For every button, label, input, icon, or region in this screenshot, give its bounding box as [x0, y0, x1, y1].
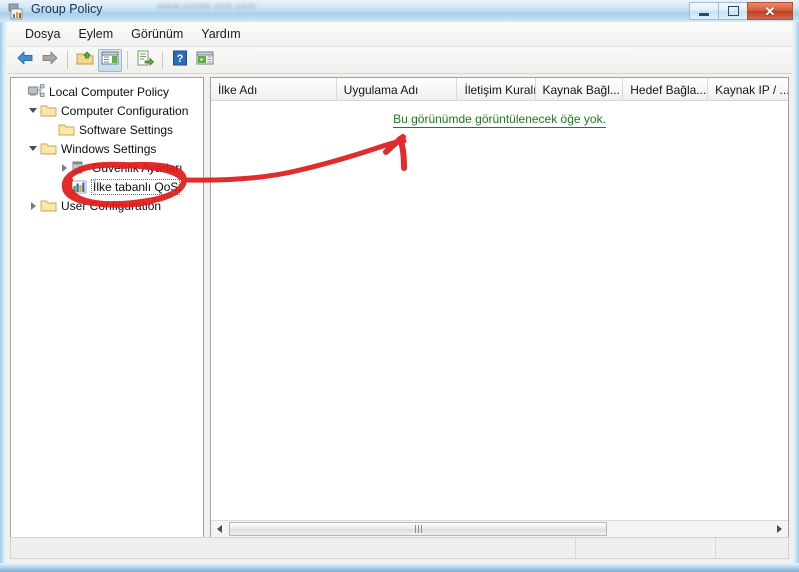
toolbar: ? [7, 47, 792, 74]
tree-node-label: Güvenlik Ayarları [92, 160, 183, 175]
scroll-right-button[interactable] [771, 521, 788, 537]
close-icon: ✕ [764, 3, 776, 19]
empty-view-message-text: Bu görünümde görüntülenecek öğe yok. [393, 112, 606, 128]
list-header-row: İlke Adı Uygulama Adı İletişim Kuralı Ka… [211, 78, 788, 101]
folder-icon [40, 141, 57, 157]
folder-icon [40, 103, 57, 119]
twisty-placeholder [15, 85, 28, 98]
arrow-right-icon [777, 525, 782, 533]
toolbar-separator-1 [67, 51, 68, 69]
tree-node-label: Computer Configuration [61, 103, 189, 118]
export-list-button[interactable] [133, 49, 157, 72]
tree-node-computer-configuration[interactable]: Computer Configuration [11, 101, 203, 120]
scrollbar-thumb[interactable] [229, 522, 607, 536]
scrollbar-grip-icon [414, 525, 422, 533]
help-button[interactable]: ? [168, 49, 192, 72]
menu-dosya[interactable]: Dosya [16, 25, 69, 43]
title-bar-watermark: www.ornek-site.com [158, 1, 257, 11]
console-tree: Local Computer Policy Computer Configura… [11, 78, 203, 215]
menu-yardim[interactable]: Yardım [192, 25, 249, 43]
menu-gorunum[interactable]: Görünüm [122, 25, 192, 43]
title-bar[interactable]: www.ornek-site.com Group Policy ✕ [0, 0, 799, 22]
tree-node-label: Software Settings [79, 122, 174, 137]
up-one-level-icon [76, 50, 94, 71]
tree-node-local-computer-policy[interactable]: Local Computer Policy [11, 82, 203, 101]
maximize-icon [727, 6, 739, 16]
window-title: Group Policy [31, 2, 103, 16]
show-hide-action-pane-icon [196, 50, 214, 71]
scrollbar-track[interactable] [228, 521, 771, 537]
forward-icon [41, 50, 59, 71]
status-bar-cell-main [11, 538, 576, 558]
tree-node-guvenlik-ayarlari[interactable]: Güvenlik Ayarları [11, 158, 203, 177]
menu-bar: Dosya Eylem Görünüm Yardım [7, 22, 792, 47]
chevron-collapsed-icon[interactable] [58, 161, 71, 174]
tree-node-label: Local Computer Policy [49, 84, 170, 99]
tree-node-user-configuration[interactable]: User Configuration [11, 196, 203, 215]
client-area: Dosya Eylem Görünüm Yardım ? Local Compu… [7, 22, 792, 563]
chevron-collapsed-icon[interactable] [27, 199, 40, 212]
arrow-left-icon [217, 525, 222, 533]
group-policy-console-icon [8, 3, 25, 20]
close-button[interactable]: ✕ [747, 2, 793, 20]
column-header-kaynak-baglanti[interactable]: Kaynak Bağl... [536, 78, 624, 101]
maximize-button[interactable] [718, 2, 747, 20]
status-bar-cell-3 [716, 538, 788, 558]
horizontal-scrollbar[interactable] [211, 520, 788, 537]
show-hide-console-tree-icon [101, 50, 119, 71]
security-settings-icon [71, 160, 88, 176]
twisty-placeholder [58, 180, 71, 193]
toolbar-separator-3 [162, 51, 163, 69]
minimize-button[interactable] [689, 2, 718, 20]
tree-node-label: User Configuration [61, 198, 162, 213]
column-header-kaynak-ip[interactable]: Kaynak IP / ... [708, 78, 788, 101]
svg-text:?: ? [177, 53, 184, 65]
folder-icon [40, 198, 57, 214]
chevron-expanded-icon[interactable] [27, 104, 40, 117]
column-header-ilke-adi[interactable]: İlke Adı [211, 78, 337, 101]
tree-node-ilke-tabanli-qos[interactable]: İlke tabanlı QoS [11, 177, 203, 196]
up-one-level-button[interactable] [73, 49, 97, 72]
folder-icon [58, 122, 75, 138]
window-frame-bottom [0, 563, 799, 572]
status-bar [10, 537, 789, 559]
column-header-hedef-baglanti[interactable]: Hedef Bağla... [623, 78, 709, 101]
tree-node-windows-settings[interactable]: Windows Settings [11, 139, 203, 158]
tree-node-label: İlke tabanlı QoS [90, 178, 181, 195]
window-frame-left [0, 22, 7, 572]
empty-view-message: Bu görünümde görüntülenecek öğe yok. [211, 112, 788, 128]
window-frame-right [792, 22, 799, 572]
tree-node-software-settings[interactable]: Software Settings [11, 120, 203, 139]
chevron-expanded-icon[interactable] [27, 142, 40, 155]
status-bar-cell-2 [576, 538, 716, 558]
show-hide-action-pane-button[interactable] [193, 49, 217, 72]
console-root-icon [28, 83, 45, 100]
scroll-left-button[interactable] [211, 521, 228, 537]
application-window: www.ornek-site.com Group Policy ✕ Dosya … [0, 0, 799, 572]
twisty-placeholder [45, 123, 58, 136]
help-icon: ? [172, 50, 188, 71]
forward-button[interactable] [38, 49, 62, 72]
tree-node-label: Windows Settings [61, 141, 157, 156]
column-header-uygulama-adi[interactable]: Uygulama Adı [337, 78, 458, 101]
window-controls: ✕ [689, 2, 793, 20]
console-tree-pane[interactable]: Local Computer Policy Computer Configura… [10, 77, 204, 538]
back-button[interactable] [13, 49, 37, 72]
export-list-icon [136, 50, 155, 71]
results-pane[interactable]: İlke Adı Uygulama Adı İletişim Kuralı Ka… [210, 77, 789, 538]
back-icon [16, 50, 34, 71]
minimize-icon [699, 12, 709, 16]
toolbar-separator-2 [127, 51, 128, 69]
qos-bars-icon [71, 179, 88, 195]
column-header-iletisim-kurali[interactable]: İletişim Kuralı [457, 78, 536, 101]
show-hide-console-tree-button[interactable] [98, 48, 122, 72]
menu-eylem[interactable]: Eylem [69, 25, 122, 43]
